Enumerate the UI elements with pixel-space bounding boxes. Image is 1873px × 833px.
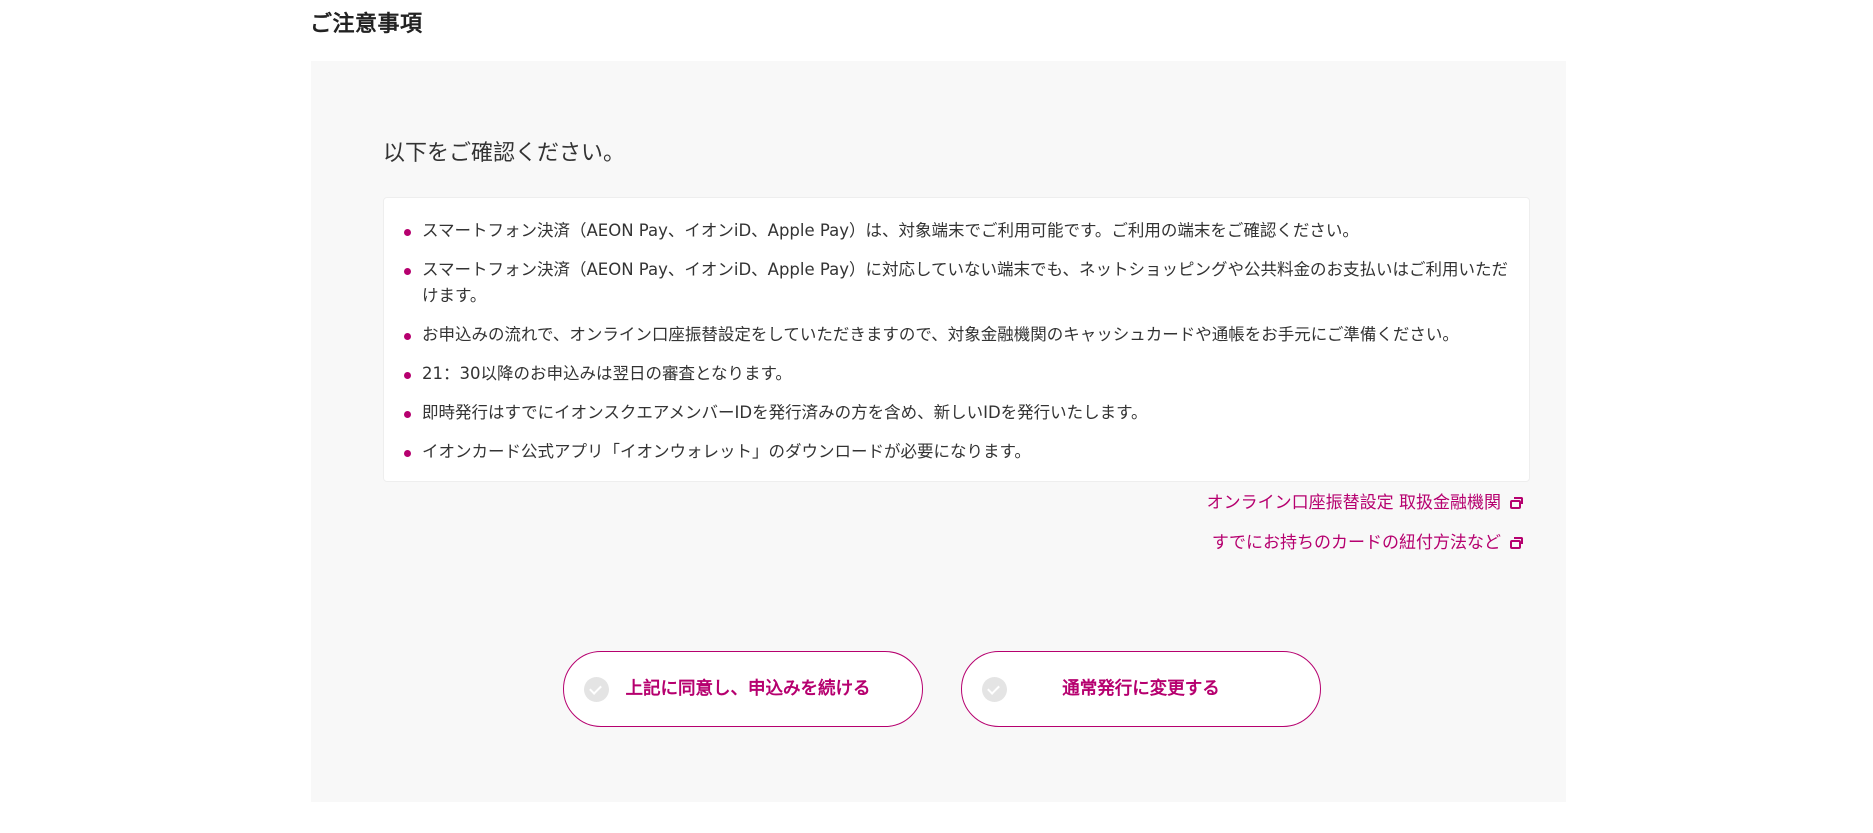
notice-item: お申込みの流れで、オンライン口座振替設定をしていただきますので、対象金融機関のキ… <box>404 322 1509 348</box>
notice-item: スマートフォン決済（AEON Pay、イオンiD、Apple Pay）に対応して… <box>404 257 1509 309</box>
bullet-dot-icon <box>404 229 411 236</box>
notice-text: 21：30以降のお申込みは翌日の審査となります。 <box>422 364 792 383</box>
external-links: オンライン口座振替設定 取扱金融機関 すでにお持ちのカードの紐付方法など <box>1207 491 1524 571</box>
notice-text: スマートフォン決済（AEON Pay、イオンiD、Apple Pay）に対応して… <box>422 260 1508 305</box>
external-link-icon <box>1510 497 1524 509</box>
check-circle-icon <box>584 677 609 702</box>
notice-panel: 以下をご確認ください。 スマートフォン決済（AEON Pay、イオンiD、App… <box>311 61 1566 802</box>
notice-item: 21：30以降のお申込みは翌日の審査となります。 <box>404 361 1509 387</box>
bank-list-link-label: オンライン口座振替設定 取扱金融機関 <box>1206 493 1501 513</box>
notice-text: イオンカード公式アプリ「イオンウォレット」のダウンロードが必要になります。 <box>422 442 1031 461</box>
confirm-heading: 以下をご確認ください。 <box>383 141 626 166</box>
agree-continue-button[interactable]: 上記に同意し、申込みを続ける <box>563 651 923 727</box>
switch-normal-issue-label: 通常発行に変更する <box>1062 678 1220 699</box>
agree-continue-label: 上記に同意し、申込みを続ける <box>625 678 871 699</box>
bullet-dot-icon <box>404 333 411 340</box>
card-link-method-label: すでにお持ちのカードの紐付方法など <box>1211 533 1501 553</box>
notice-text: お申込みの流れで、オンライン口座振替設定をしていただきますので、対象金融機関のキ… <box>422 325 1459 344</box>
check-circle-icon <box>982 677 1007 702</box>
switch-normal-issue-button[interactable]: 通常発行に変更する <box>961 651 1321 727</box>
section-title: ご注意事項 <box>310 12 423 37</box>
bullet-dot-icon <box>404 372 411 379</box>
bullet-dot-icon <box>404 268 411 275</box>
bullet-dot-icon <box>404 411 411 418</box>
notice-text: スマートフォン決済（AEON Pay、イオンiD、Apple Pay）は、対象端… <box>422 221 1359 240</box>
notice-item: イオンカード公式アプリ「イオンウォレット」のダウンロードが必要になります。 <box>404 439 1509 465</box>
notice-list: スマートフォン決済（AEON Pay、イオンiD、Apple Pay）は、対象端… <box>404 218 1509 465</box>
card-link-method-link[interactable]: すでにお持ちのカードの紐付方法など <box>1207 531 1524 555</box>
notice-box: スマートフォン決済（AEON Pay、イオンiD、Apple Pay）は、対象端… <box>383 197 1530 482</box>
notice-text: 即時発行はすでにイオンスクエアメンバーIDを発行済みの方を含め、新しいIDを発行… <box>422 403 1148 422</box>
notice-item: 即時発行はすでにイオンスクエアメンバーIDを発行済みの方を含め、新しいIDを発行… <box>404 400 1509 426</box>
notice-item: スマートフォン決済（AEON Pay、イオンiD、Apple Pay）は、対象端… <box>404 218 1509 244</box>
bank-list-link[interactable]: オンライン口座振替設定 取扱金融機関 <box>1207 491 1524 515</box>
bullet-dot-icon <box>404 450 411 457</box>
external-link-icon <box>1510 537 1524 549</box>
